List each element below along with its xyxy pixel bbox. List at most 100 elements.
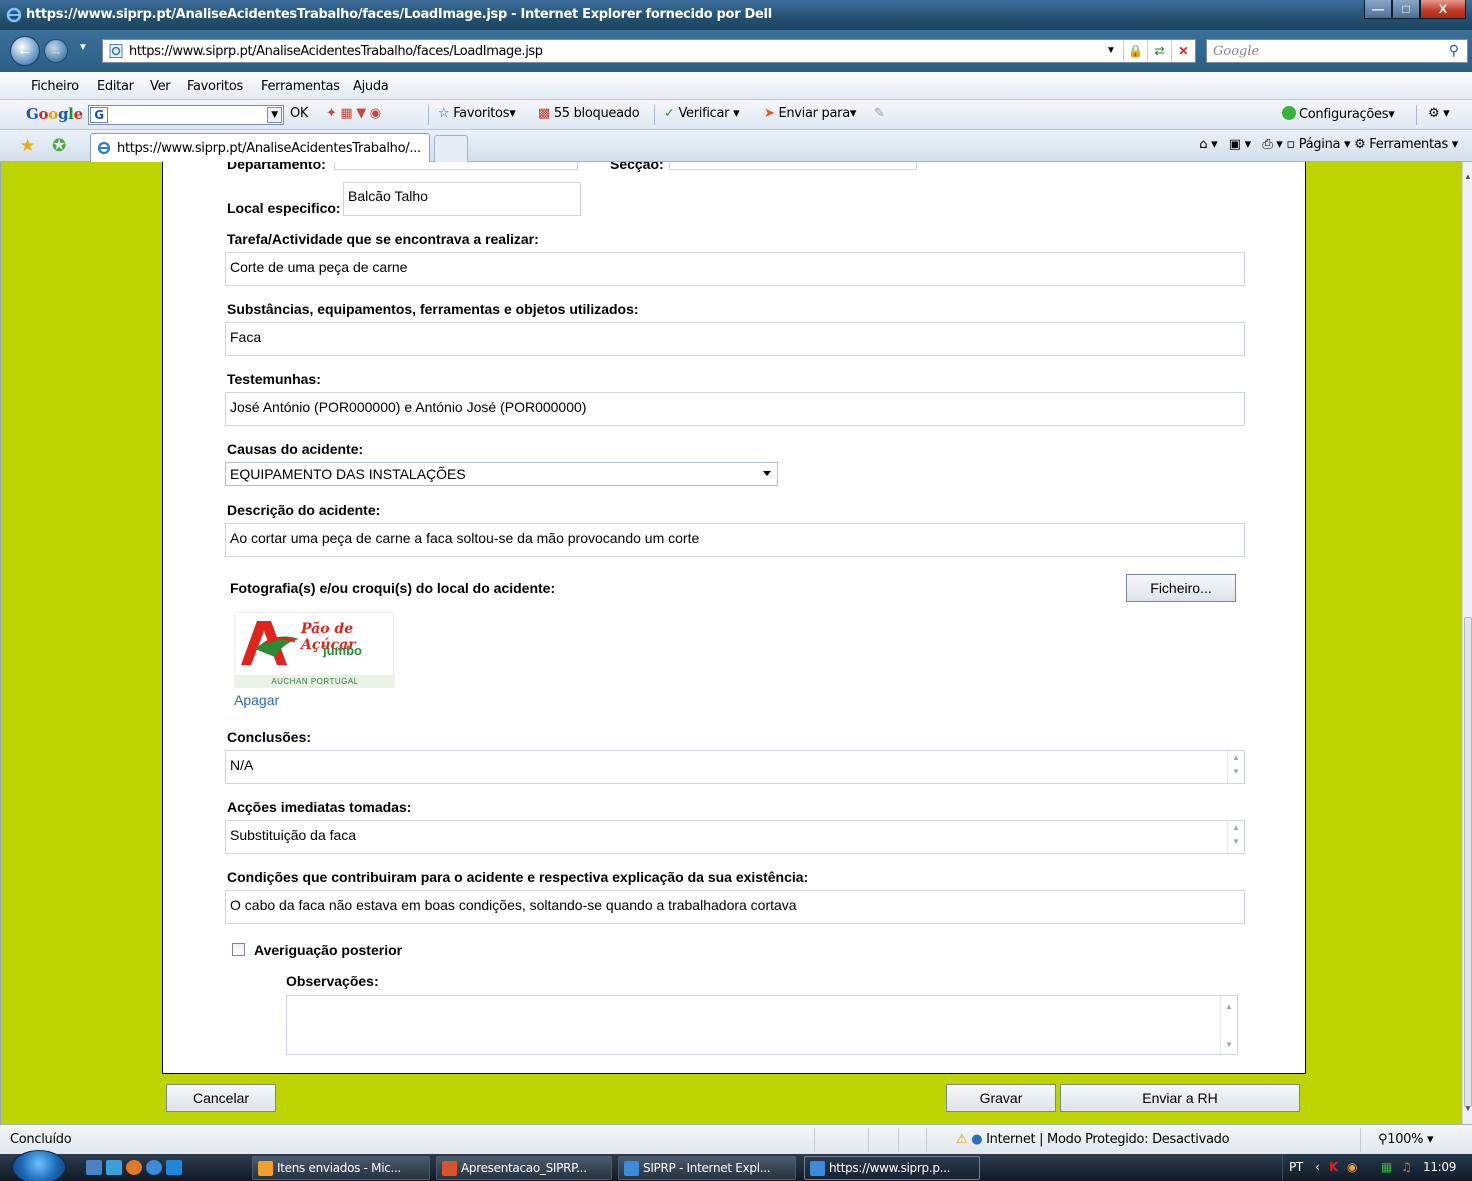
- scroll-up-icon[interactable]: ▲: [1464, 172, 1472, 181]
- status-bar: Concluído ⚠ ● Internet | Modo Protegido:…: [0, 1124, 1472, 1154]
- volume-icon[interactable]: ♫: [1401, 1160, 1412, 1174]
- search-box[interactable]: Google ⚲: [1206, 39, 1468, 63]
- close-window-button[interactable]: X: [1420, 0, 1466, 19]
- verificar-button[interactable]: ✓ Verificar ▾: [664, 106, 740, 121]
- task-outlook[interactable]: Itens enviados - Mic...: [252, 1156, 430, 1180]
- address-bar[interactable]: https://www.siprp.pt/AnaliseAcidentesTra…: [102, 39, 1196, 63]
- fotografia-label: Fotografia(s) e/ou croqui(s) do local do…: [230, 580, 556, 596]
- averiguacao-checkbox[interactable]: [232, 943, 245, 956]
- new-tab-button[interactable]: [434, 135, 468, 162]
- textarea-scrollbar[interactable]: ▲ ▼: [1227, 821, 1244, 853]
- google-ok-button[interactable]: OK: [290, 106, 308, 121]
- apagar-link[interactable]: Apagar: [234, 692, 279, 708]
- condicoes-field[interactable]: O cabo da faca não estava em boas condiç…: [225, 890, 1245, 924]
- ie-quicklaunch-icon[interactable]: [146, 1160, 162, 1175]
- google-search-dropdown-icon[interactable]: ▼: [267, 107, 282, 123]
- search-icon[interactable]: ⚲: [1449, 42, 1459, 59]
- task-current-ie[interactable]: https://www.siprp.p...: [804, 1156, 980, 1180]
- print-icon[interactable]: ⎙: [1262, 137, 1272, 152]
- local-field[interactable]: Balcão Talho: [343, 182, 581, 216]
- show-desktop-icon[interactable]: [86, 1160, 102, 1175]
- local-label: Local especifico:: [227, 200, 341, 216]
- address-url[interactable]: https://www.siprp.pt/AnaliseAcidentesTra…: [129, 44, 543, 59]
- seccao-field[interactable]: [669, 162, 917, 170]
- tray-expand-icon[interactable]: ‹: [1315, 1160, 1320, 1174]
- menu-favoritos[interactable]: Favoritos: [187, 79, 243, 94]
- enviar-para-button[interactable]: ➤ Enviar para▾: [764, 106, 856, 121]
- antivirus-icon[interactable]: K: [1329, 1160, 1338, 1174]
- gravar-button[interactable]: Gravar: [946, 1084, 1056, 1112]
- zoom-level[interactable]: ⚲100% ▾: [1378, 1132, 1434, 1147]
- departamento-field[interactable]: [334, 162, 578, 170]
- testemunhas-field[interactable]: José António (POR000000) e António José …: [225, 392, 1245, 426]
- menu-ver[interactable]: Ver: [150, 79, 171, 94]
- enviar-rh-button[interactable]: Enviar a RH: [1060, 1084, 1300, 1112]
- feeds-icon[interactable]: ▣: [1229, 137, 1241, 152]
- language-indicator[interactable]: PT: [1289, 1160, 1303, 1174]
- tarefa-field[interactable]: Corte de uma peça de carne: [225, 252, 1245, 286]
- departamento-label: Departamento:: [227, 162, 326, 172]
- outlook-tray-icon[interactable]: ◉: [1347, 1160, 1357, 1174]
- favoritos-button[interactable]: ☆ Favoritos▾: [438, 106, 516, 121]
- textarea-scrollbar[interactable]: ▲ ▼: [1220, 996, 1237, 1054]
- lock-icon[interactable]: 🔒: [1123, 40, 1147, 62]
- recent-pages-dropdown-icon[interactable]: ▼: [78, 42, 88, 53]
- page-scrollbar[interactable]: ▲ ▼: [1462, 162, 1472, 1124]
- minimize-button[interactable]: —: [1364, 0, 1392, 19]
- favorites-center-icon[interactable]: ★: [20, 136, 35, 156]
- network-icon[interactable]: ▦: [1381, 1160, 1392, 1174]
- add-favorites-icon[interactable]: ✪: [52, 136, 66, 156]
- address-dropdown-icon[interactable]: ▼: [1099, 40, 1123, 62]
- scrollbar-thumb[interactable]: [1464, 617, 1472, 1107]
- task-siprp-ie[interactable]: SIPRP - Internet Expl...: [618, 1156, 796, 1180]
- popup-blocker-button[interactable]: ▩ 55 bloqueado: [538, 106, 640, 121]
- causas-selected-value: EQUIPAMENTO DAS INSTALAÇÕES: [230, 466, 466, 482]
- tab-ie-icon: [97, 141, 111, 155]
- substancias-field[interactable]: Faca: [225, 322, 1245, 356]
- stop-icon[interactable]: ✕: [1171, 40, 1195, 62]
- configuracoes-button[interactable]: Configurações▾: [1282, 106, 1395, 122]
- tab-current[interactable]: https://www.siprp.pt/AnaliseAcidentesTra…: [90, 133, 430, 162]
- taskbar: Itens enviados - Mic... Apresentacao_SIP…: [0, 1150, 1472, 1181]
- menu-editar[interactable]: Editar: [97, 79, 134, 94]
- scroll-down-icon[interactable]: ▼: [1464, 1104, 1472, 1113]
- toolbar-tools-icons[interactable]: ✦ ▦ ▼ ◉: [326, 106, 381, 121]
- cancelar-button[interactable]: Cancelar: [166, 1084, 276, 1112]
- conclusoes-textarea[interactable]: N/A ▲ ▼: [225, 750, 1245, 784]
- pencil-icon[interactable]: ✎: [874, 106, 885, 121]
- forward-button[interactable]: →: [44, 39, 68, 63]
- task-powerpoint[interactable]: Apresentacao_SIPRP...: [436, 1156, 612, 1180]
- maximize-button[interactable]: □: [1392, 0, 1420, 19]
- accident-photo-thumbnail[interactable]: Pão de Açúcar jumbo AUCHAN PORTUGAL: [234, 612, 395, 688]
- menu-ficheiro[interactable]: Ficheiro: [31, 79, 79, 94]
- send-icon: ➤: [764, 106, 775, 121]
- ficheiro-button[interactable]: Ficheiro...: [1126, 574, 1236, 602]
- clock[interactable]: 11:09: [1423, 1160, 1456, 1174]
- google-logo[interactable]: Google: [26, 105, 83, 123]
- condicoes-label: Condições que contribuiram para o aciden…: [227, 869, 809, 885]
- refresh-icon[interactable]: ⇄: [1147, 40, 1171, 62]
- start-button[interactable]: [12, 1150, 66, 1181]
- search-placeholder[interactable]: Google: [1213, 44, 1259, 59]
- pagina-menu[interactable]: ▫ Página ▾: [1286, 137, 1350, 152]
- tab-title[interactable]: https://www.siprp.pt/AnaliseAcidentesTra…: [117, 141, 421, 156]
- translate-icon[interactable]: ⚙ ▾: [1428, 106, 1450, 121]
- page-icon: [109, 44, 123, 58]
- textarea-scrollbar[interactable]: ▲ ▼: [1227, 751, 1244, 783]
- accoes-value: Substituição da faca: [230, 827, 357, 843]
- google-g-icon[interactable]: G: [90, 107, 108, 123]
- causas-select[interactable]: EQUIPAMENTO DAS INSTALAÇÕES: [225, 462, 778, 486]
- descricao-field[interactable]: Ao cortar uma peça de carne a faca solto…: [225, 523, 1245, 557]
- home-icon[interactable]: ⌂: [1199, 137, 1207, 152]
- media-icon[interactable]: [166, 1160, 182, 1175]
- ferramentas-menu[interactable]: ⚙ Ferramentas ▾: [1354, 137, 1458, 152]
- observacoes-textarea[interactable]: ▲ ▼: [286, 995, 1238, 1055]
- accoes-textarea[interactable]: Substituição da faca ▲ ▼: [225, 820, 1245, 854]
- firefox-icon[interactable]: [126, 1160, 142, 1175]
- menu-ajuda[interactable]: Ajuda: [353, 79, 389, 94]
- switch-windows-icon[interactable]: [106, 1160, 122, 1175]
- google-search-input[interactable]: G ▼: [88, 105, 284, 125]
- menu-ferramentas[interactable]: Ferramentas: [261, 79, 340, 94]
- back-button[interactable]: ←: [10, 36, 40, 66]
- security-zone[interactable]: ⚠ ● Internet | Modo Protegido: Desactiva…: [956, 1132, 1230, 1147]
